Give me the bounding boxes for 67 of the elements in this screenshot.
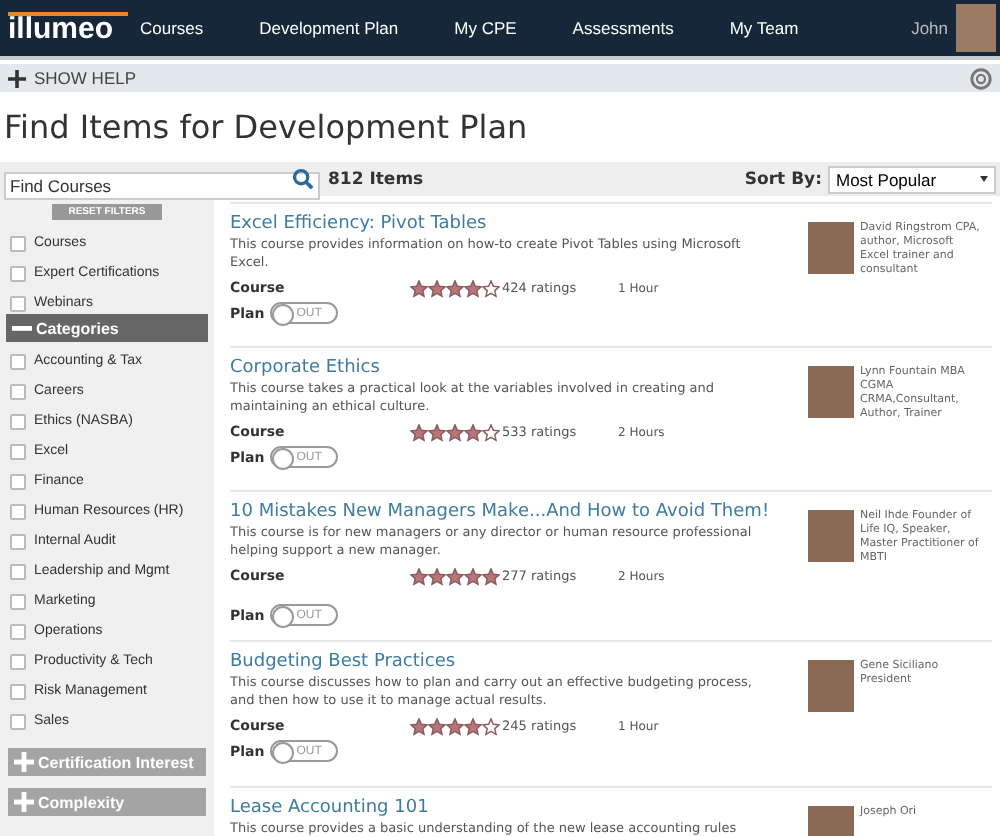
checkbox[interactable] xyxy=(10,383,26,399)
star-icon xyxy=(446,279,464,297)
search-icon[interactable] xyxy=(292,168,314,190)
checkbox[interactable] xyxy=(10,413,26,429)
course-title-link[interactable]: Lease Accounting 101 xyxy=(230,798,808,818)
checkbox[interactable] xyxy=(10,473,26,489)
course-title-link[interactable]: 10 Mistakes New Managers Make...And How to Avoid Them! xyxy=(230,502,808,522)
filter-section-header[interactable]: Complexity xyxy=(8,788,206,816)
sort-dropdown[interactable]: Most Popular xyxy=(828,165,996,193)
checkbox[interactable] xyxy=(10,653,26,669)
photo-placeholder xyxy=(808,222,854,274)
photo-placeholder xyxy=(808,510,854,562)
star-icon xyxy=(410,279,428,297)
search-field[interactable]: Find Courses xyxy=(4,171,320,199)
star-icon xyxy=(428,717,446,735)
nav-link[interactable]: Development Plan xyxy=(259,18,399,38)
nav-link[interactable]: My Team xyxy=(729,18,799,38)
nav-link[interactable]: Courses xyxy=(140,18,204,38)
checkbox[interactable] xyxy=(10,563,26,579)
plus-icon xyxy=(8,69,26,87)
photo-placeholder xyxy=(808,366,854,418)
star-icon xyxy=(410,717,428,735)
item-count: 812 Items xyxy=(328,169,424,189)
checkbox[interactable] xyxy=(10,353,26,369)
course-title-link[interactable]: Corporate Ethics xyxy=(230,358,808,378)
star-icon xyxy=(482,567,500,585)
star-icon xyxy=(446,717,464,735)
checkbox[interactable] xyxy=(10,683,26,699)
star-icon xyxy=(482,717,500,735)
checkbox[interactable] xyxy=(10,623,26,639)
filter-section-header[interactable]: Categories xyxy=(6,314,208,342)
star-icon xyxy=(410,567,428,585)
nav-link[interactable]: Assessments xyxy=(572,18,674,38)
checkbox[interactable] xyxy=(10,443,26,459)
page-title: Find Items for Development Plan xyxy=(2,106,530,150)
checkbox[interactable] xyxy=(10,593,26,609)
show-help-button[interactable]: SHOW HELP xyxy=(8,68,137,88)
filter-section-header[interactable]: Certification Interest xyxy=(8,748,206,776)
star-icon xyxy=(428,279,446,297)
nav-link[interactable]: My CPE xyxy=(454,18,517,38)
plus-icon xyxy=(14,752,34,772)
course-title-link[interactable]: Excel Efficiency: Pivot Tables xyxy=(230,214,808,234)
star-icon xyxy=(410,423,428,441)
course-title-link[interactable]: Budgeting Best Practices xyxy=(230,652,808,672)
star-icon xyxy=(482,279,500,297)
caret-icon xyxy=(980,176,988,182)
user-name[interactable]: John xyxy=(911,18,948,38)
star-icon xyxy=(482,423,500,441)
star-icon xyxy=(464,423,482,441)
checkbox[interactable] xyxy=(10,295,26,311)
star-icon xyxy=(464,279,482,297)
checkbox[interactable] xyxy=(10,265,26,281)
checkbox[interactable] xyxy=(10,533,26,549)
star-icon xyxy=(428,567,446,585)
star-icon xyxy=(464,717,482,735)
checkbox[interactable] xyxy=(10,235,26,251)
star-icon xyxy=(446,423,464,441)
avatar-placeholder[interactable] xyxy=(956,4,996,52)
checkbox[interactable] xyxy=(10,503,26,519)
plus-icon xyxy=(14,792,34,812)
photo-placeholder xyxy=(808,660,854,712)
star-icon xyxy=(428,423,446,441)
logo[interactable]: illumeo xyxy=(8,12,128,44)
star-icon xyxy=(446,567,464,585)
checkbox[interactable] xyxy=(10,713,26,729)
sort-label: Sort By: xyxy=(744,169,822,189)
star-icon xyxy=(464,567,482,585)
